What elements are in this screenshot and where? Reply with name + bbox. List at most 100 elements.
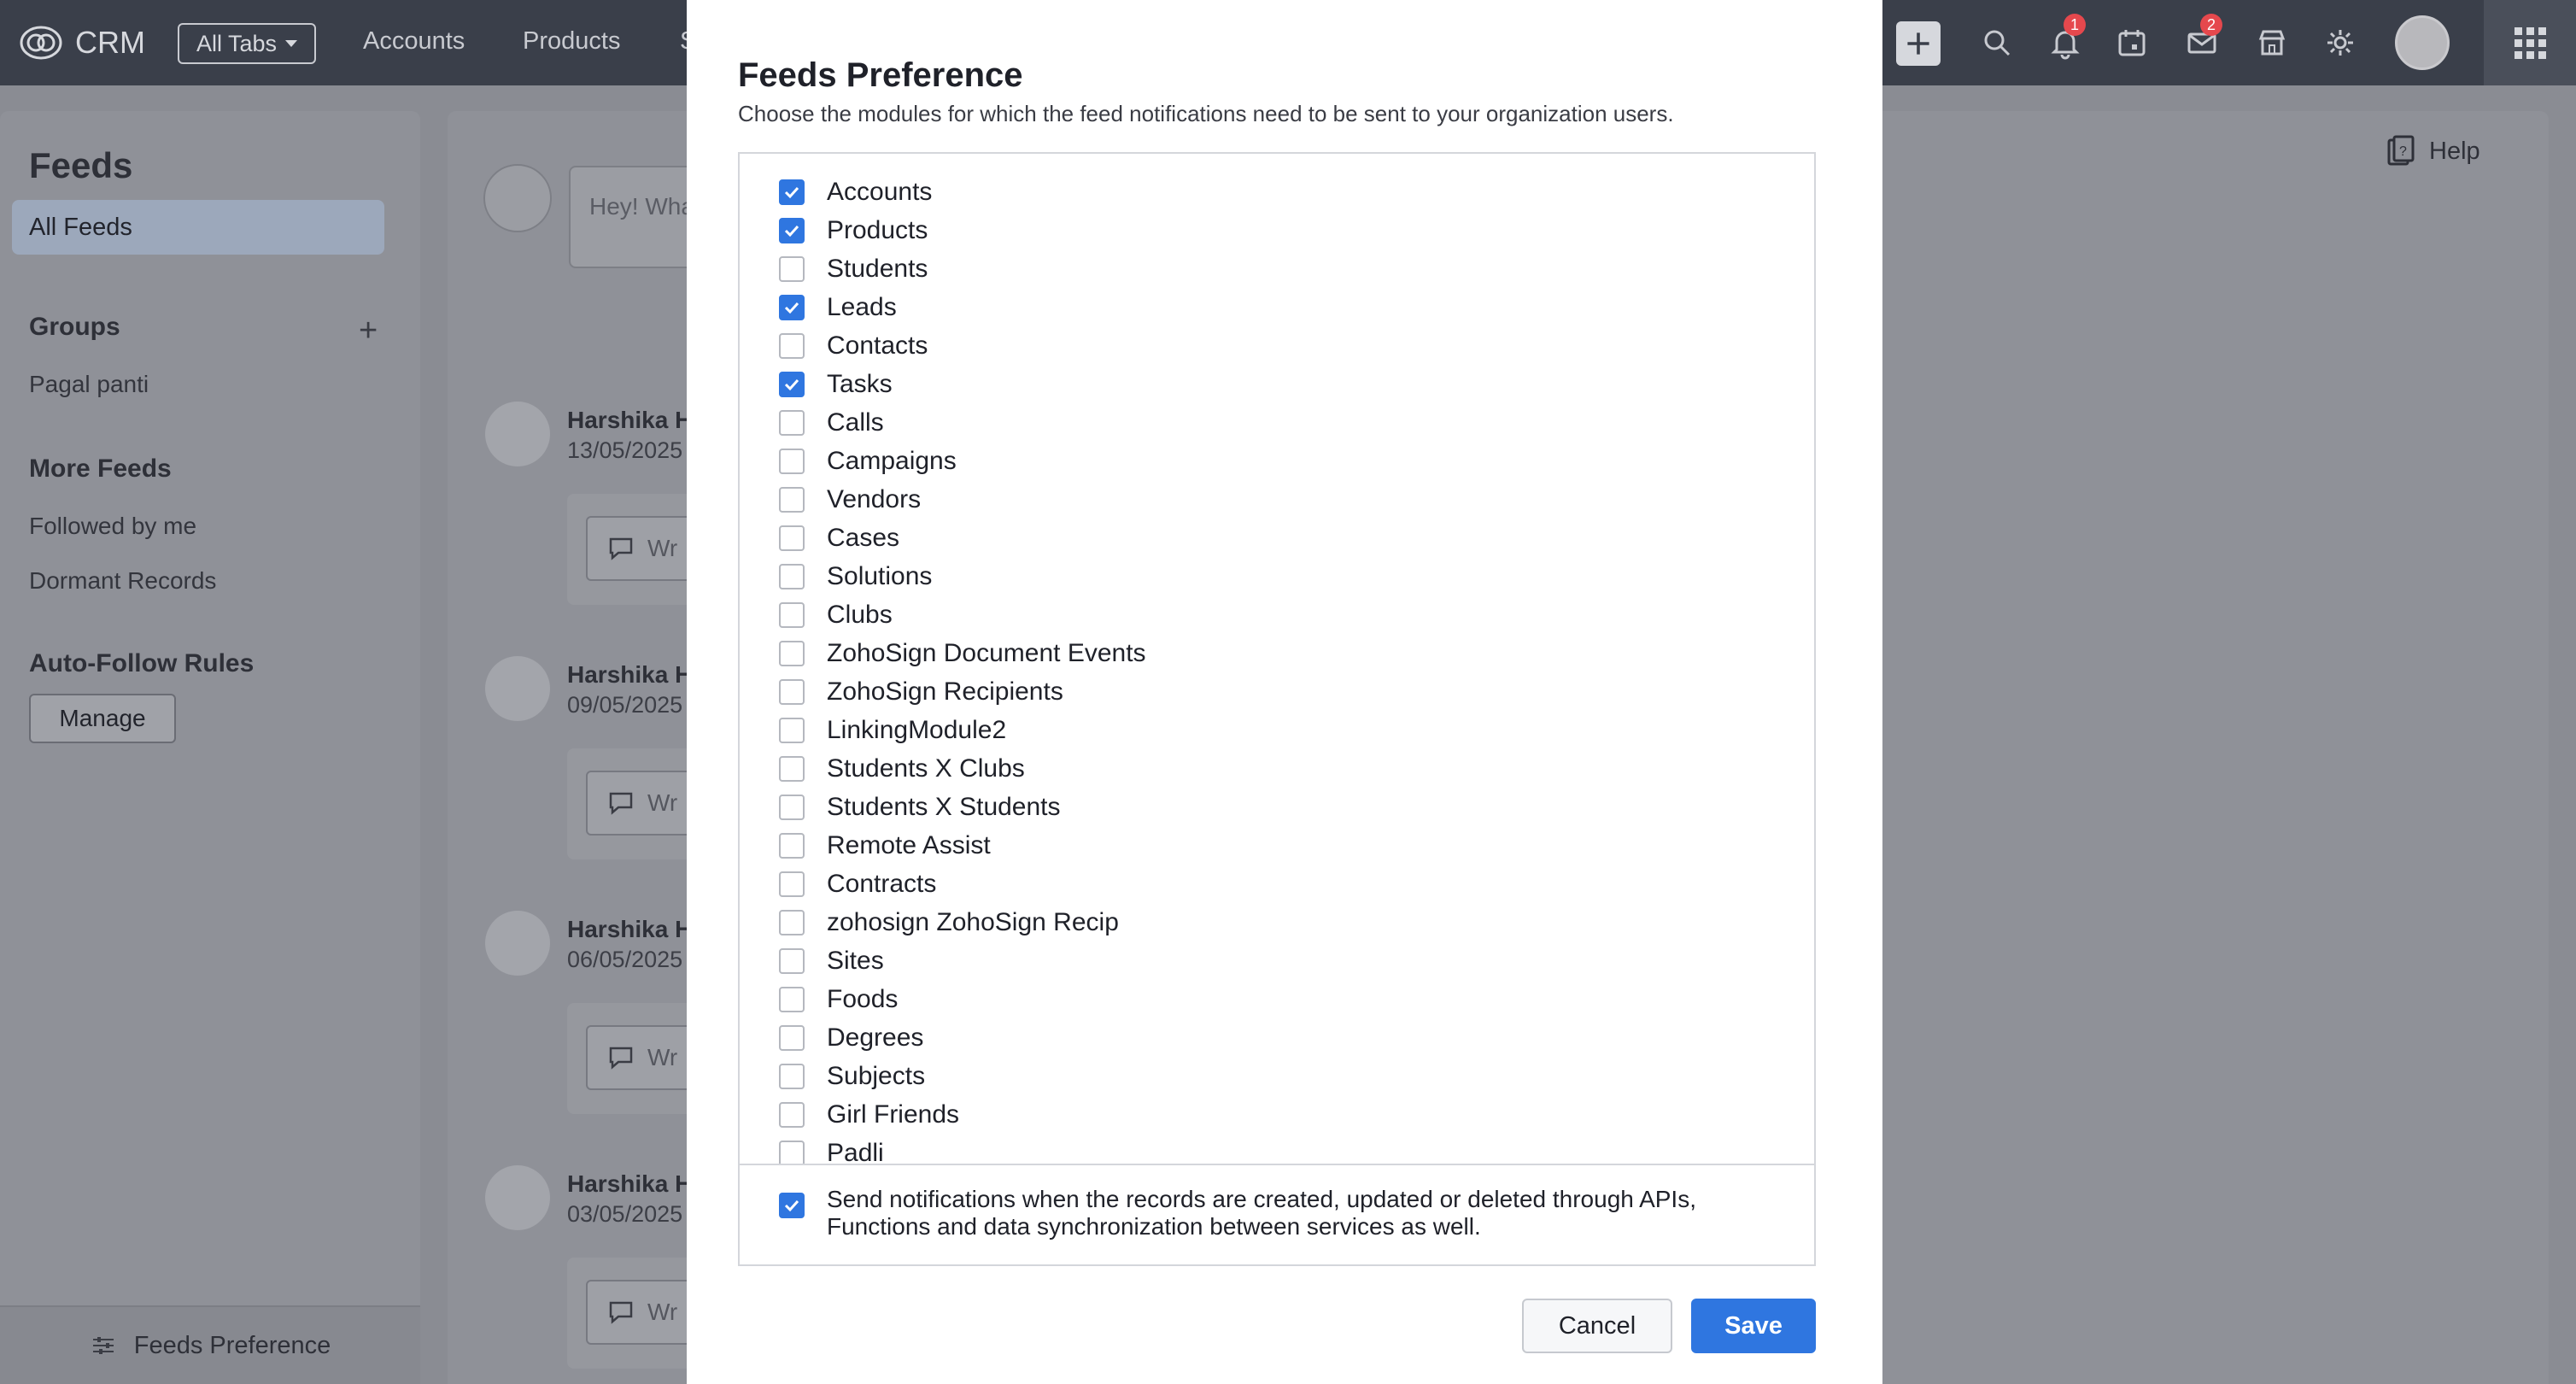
module-option[interactable]: Calls [779,403,884,442]
module-option[interactable]: Clubs [779,595,893,634]
module-checkbox[interactable] [779,294,805,320]
module-checkbox[interactable] [779,717,805,743]
module-checkbox[interactable] [779,794,805,820]
module-checkbox[interactable] [779,217,805,243]
module-checkbox[interactable] [779,563,805,589]
apps-grid-button[interactable] [2484,0,2576,85]
module-checkbox[interactable] [779,1024,805,1051]
feed-author[interactable]: Harshika H [567,407,692,434]
module-option[interactable]: Sites [779,941,884,980]
module-label: ZohoSign Recipients [827,677,1063,706]
tab-accounts[interactable]: Accounts [363,27,465,56]
sliders-icon [92,1337,114,1354]
module-list[interactable]: Accounts Products Students Leads Contacts Tas… [740,154,1814,1164]
feed-author[interactable]: Harshika H [567,916,692,943]
all-tabs-dropdown[interactable]: All Tabs [178,23,316,64]
module-option[interactable]: Cases [779,519,899,557]
module-option[interactable]: Foods [779,980,898,1018]
module-option[interactable]: Remote Assist [779,826,991,865]
checkmark-icon [784,225,799,237]
chevron-down-icon [285,40,298,47]
module-checkbox[interactable] [779,448,805,474]
feeds-preference-link[interactable]: Feeds Preference [0,1305,420,1384]
module-option[interactable]: ZohoSign Recipients [779,672,1063,711]
sidebar-item-group[interactable]: Pagal panti [29,371,149,398]
module-option[interactable]: Products [779,211,928,249]
module-checkbox[interactable] [779,678,805,705]
module-checkbox[interactable] [779,909,805,935]
module-option[interactable]: Accounts [779,173,932,211]
module-checkbox[interactable] [779,371,805,397]
module-checkbox[interactable] [779,640,805,666]
module-option[interactable]: Degrees [779,1018,923,1057]
feed-author[interactable]: Harshika H [567,661,692,689]
module-checkbox[interactable] [779,1140,805,1164]
module-label: Padli [827,1138,884,1164]
module-option[interactable]: Solutions [779,557,932,595]
add-button[interactable] [1896,21,1941,66]
module-checkbox[interactable] [779,601,805,628]
module-option[interactable]: LinkingModule2 [779,711,1006,749]
module-checkbox[interactable] [779,986,805,1012]
module-checkbox[interactable] [779,525,805,551]
module-option[interactable]: Tasks [779,365,893,403]
mail-badge: 2 [2200,14,2222,36]
calendar-button[interactable] [2106,17,2157,68]
crm-logo[interactable]: CRM [19,24,145,62]
module-option[interactable]: Campaigns [779,442,957,480]
notifications-button[interactable]: 1 [2040,14,2091,68]
help-link[interactable]: ? Help [2386,135,2480,167]
module-option[interactable]: Students [779,249,928,288]
module-option[interactable]: zohosign ZohoSign Recip [779,903,1119,941]
module-label: Subjects [827,1061,926,1090]
module-label: Vendors [827,484,922,513]
module-checkbox[interactable] [779,332,805,359]
feed-date: 13/05/2025 [567,437,683,463]
cancel-button[interactable]: Cancel [1522,1299,1672,1353]
module-option[interactable]: Leads [779,288,897,326]
feed-author[interactable]: Harshika H [567,1170,692,1198]
user-avatar[interactable] [2395,15,2450,70]
module-checkbox[interactable] [779,755,805,782]
module-checkbox[interactable] [779,255,805,282]
module-option[interactable]: Subjects [779,1057,925,1095]
api-notification-option[interactable]: Send notifications when the records are … [779,1186,1783,1240]
settings-button[interactable] [2315,17,2366,68]
module-checkbox[interactable] [779,947,805,974]
svg-text:?: ? [2399,144,2407,159]
module-checkbox[interactable] [779,486,805,513]
module-checkbox[interactable] [779,1101,805,1128]
module-option[interactable]: Girl Friends [779,1095,959,1134]
module-checkbox[interactable] [779,871,805,897]
module-option[interactable]: ZohoSign Document Events [779,634,1146,672]
marketplace-button[interactable] [2246,17,2298,68]
manage-button[interactable]: Manage [29,694,176,743]
sidebar-item-followed[interactable]: Followed by me [29,513,196,540]
sidebar-item-dormant[interactable]: Dormant Records [29,567,216,595]
module-checkbox[interactable] [779,832,805,859]
module-label: Contracts [827,869,937,898]
module-option[interactable]: Padli [779,1134,884,1164]
search-button[interactable] [1971,17,2023,68]
sidebar-item-all-feeds[interactable]: All Feeds [12,200,384,255]
module-option[interactable]: Contacts [779,326,928,365]
module-option[interactable]: Students X Clubs [779,749,1025,788]
module-option[interactable]: Students X Students [779,788,1061,826]
add-group-icon[interactable]: + [359,313,378,349]
module-option[interactable]: Vendors [779,480,921,519]
module-option[interactable]: Contracts [779,865,936,903]
module-checkbox[interactable] [779,1063,805,1089]
module-label: Clubs [827,600,893,629]
module-label: Contacts [827,331,928,360]
mail-button[interactable]: 2 [2176,14,2228,68]
save-button[interactable]: Save [1691,1299,1816,1353]
help-label: Help [2429,137,2480,165]
module-list-box: Accounts Products Students Leads Contacts Tas… [738,152,1816,1266]
module-checkbox[interactable] [779,179,805,205]
module-checkbox[interactable] [779,409,805,436]
post-placeholder: Hey! Wha [589,193,694,220]
avatar [485,911,550,976]
api-notification-checkbox[interactable] [779,1193,805,1218]
tab-products[interactable]: Products [523,27,620,56]
avatar [485,1165,550,1230]
